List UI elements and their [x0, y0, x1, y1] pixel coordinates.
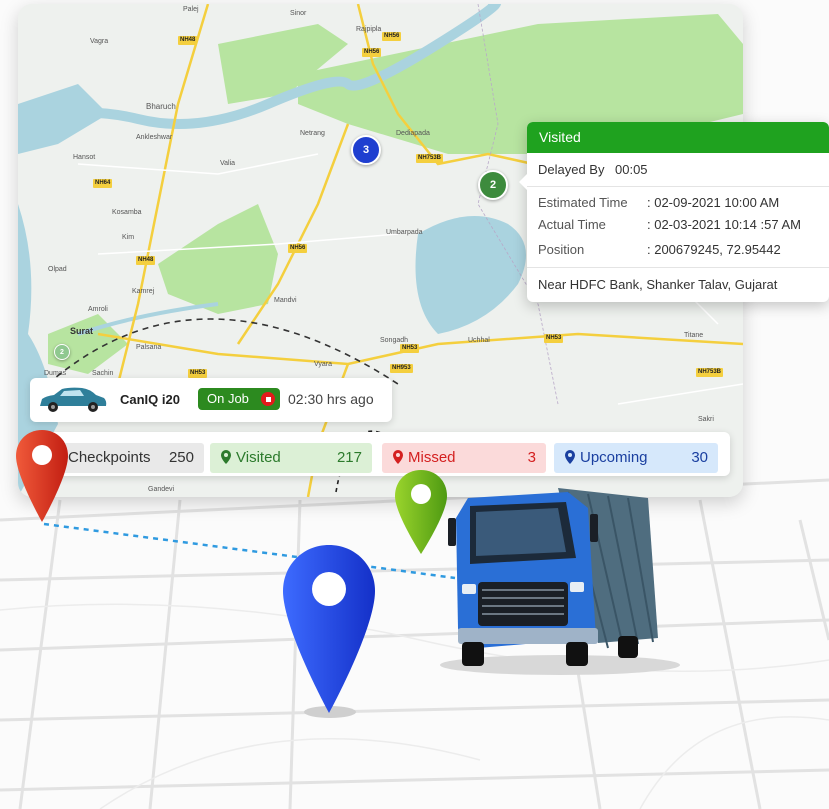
- car-icon: [40, 387, 107, 412]
- divider: [527, 186, 829, 187]
- blue-truck-icon: [448, 488, 658, 666]
- vehicle-name: CanIQ i20: [120, 392, 180, 407]
- stat-count: 30: [691, 449, 708, 466]
- stat-label: Visited: [236, 449, 281, 466]
- actual-value: : 02-03-2021 10:14 :57 AM: [647, 217, 801, 232]
- status-label: On Job: [207, 391, 249, 406]
- location-pin-icon: [565, 450, 575, 464]
- position-label: Position: [538, 242, 585, 257]
- stat-label: Checkpoints: [68, 449, 151, 466]
- checkpoint-popup: Visited Delayed By 00:05 Estimated Time …: [519, 122, 829, 302]
- stop-icon[interactable]: [261, 392, 275, 406]
- stat-count: 250: [168, 449, 194, 466]
- delayed-value: 00:05: [615, 162, 648, 177]
- on-job-badge[interactable]: On Job: [198, 388, 280, 410]
- popup-status: Visited: [527, 122, 829, 153]
- blue-map-pin-icon: [283, 545, 375, 713]
- position-value: : 200679245, 72.95442: [647, 242, 781, 257]
- green-map-pin-icon: [395, 470, 447, 554]
- address-text: Near HDFC Bank, Shanker Talav, Gujarat: [538, 277, 778, 292]
- stat-upcoming[interactable]: Upcoming 30: [554, 443, 718, 473]
- popup-arrow: [519, 174, 527, 190]
- delayed-label: Delayed By: [538, 162, 605, 177]
- location-pin-icon: [221, 450, 231, 464]
- divider: [527, 267, 829, 268]
- last-update-time: 02:30 hrs ago: [288, 391, 374, 407]
- actual-label: Actual Time: [538, 217, 606, 232]
- location-pin-icon: [393, 450, 403, 464]
- stat-label: Upcoming: [580, 449, 648, 466]
- estimated-label: Estimated Time: [538, 195, 628, 210]
- stat-label: Missed: [408, 449, 456, 466]
- red-map-pin-icon: [16, 430, 68, 522]
- stat-count: 217: [336, 449, 362, 466]
- estimated-value: : 02-09-2021 10:00 AM: [647, 195, 780, 210]
- stat-count: 3: [527, 449, 536, 466]
- stat-missed[interactable]: Missed 3: [382, 443, 546, 473]
- stat-visited[interactable]: Visited 217: [210, 443, 372, 473]
- vehicle-status-card[interactable]: CanIQ i20 On Job 02:30 hrs ago: [30, 378, 392, 422]
- checkpoint-stats-bar: Checkpoints 250 Visited 217 Missed 3 Upc…: [28, 432, 730, 476]
